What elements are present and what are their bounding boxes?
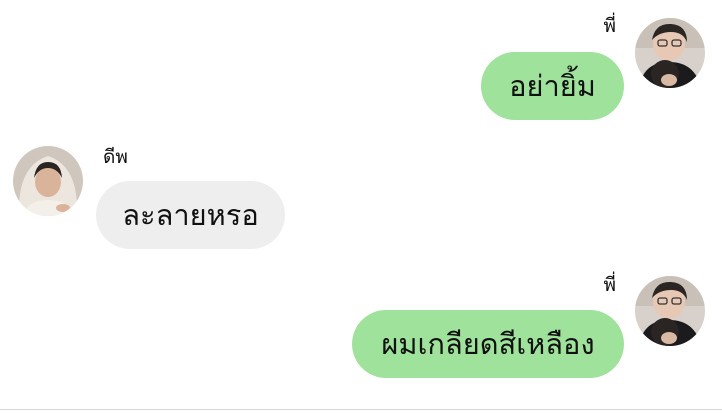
avatar-phi[interactable] [635, 276, 705, 346]
avatar-deep[interactable] [13, 146, 83, 216]
chat-thread: พี่ อย่ายิ้ม ดีพ ละลายหรอ พี่ ผมเกลียดสี… [0, 0, 722, 414]
avatar-photo [13, 146, 83, 216]
sender-name: ดีพ [103, 146, 128, 168]
avatar-photo [635, 18, 705, 88]
message-bubble-incoming[interactable]: ละลายหรอ [96, 181, 285, 249]
avatar-phi[interactable] [635, 18, 705, 88]
sender-name: พี่ [603, 274, 616, 296]
avatar-photo [635, 276, 705, 346]
message-bubble-outgoing[interactable]: อย่ายิ้ม [481, 52, 624, 120]
message-bubble-outgoing[interactable]: ผมเกลียดสีเหลือง [352, 310, 624, 378]
sender-name: พี่ [603, 15, 616, 37]
bottom-divider [0, 409, 722, 410]
